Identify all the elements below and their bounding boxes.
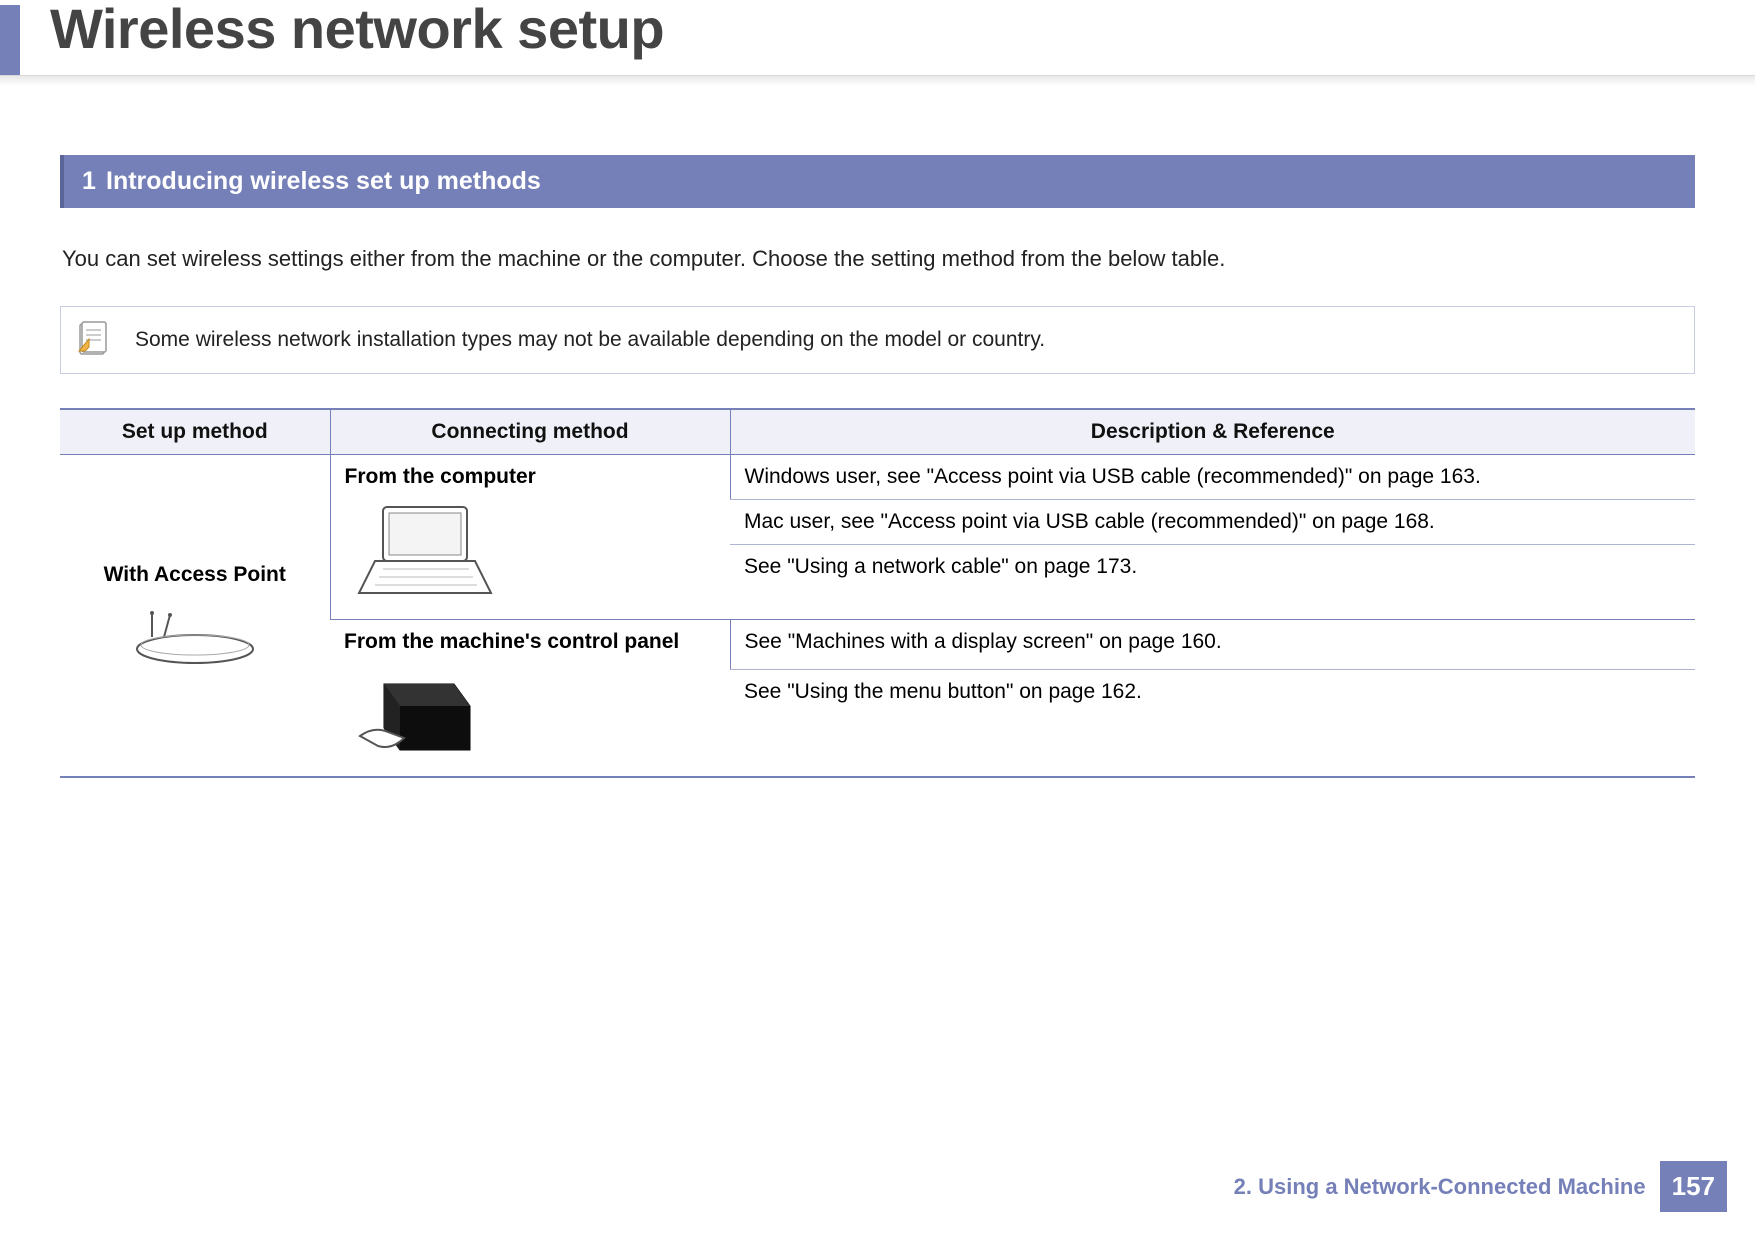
setup-method-label: With Access Point xyxy=(74,563,316,587)
page-footer: 2. Using a Network-Connected Machine 157 xyxy=(1234,1161,1727,1212)
table-header-row: Set up method Connecting method Descript… xyxy=(60,409,1695,455)
cell-desc-display: See "Machines with a display screen" on … xyxy=(730,619,1695,669)
th-description: Description & Reference xyxy=(730,409,1695,455)
page-number-badge: 157 xyxy=(1660,1161,1727,1212)
cell-connecting-computer: From the computer xyxy=(330,454,730,619)
note-text: Some wireless network installation types… xyxy=(135,328,1045,352)
connecting-computer-label: From the computer xyxy=(345,465,716,489)
section-heading-text: Introducing wireless set up methods xyxy=(106,167,541,195)
content-area: 1 Introducing wireless set up methods You… xyxy=(0,85,1755,778)
note-icon xyxy=(75,321,113,359)
cell-desc-mac: Mac user, see "Access point via USB cabl… xyxy=(730,499,1695,544)
title-row: Wireless network setup xyxy=(0,0,1755,75)
table-row: With Access Point From the compute xyxy=(60,454,1695,499)
section-number: 1 xyxy=(82,165,98,198)
access-point-icon xyxy=(74,607,316,667)
title-underline xyxy=(0,75,1755,85)
chapter-label: 2. Using a Network-Connected Machine xyxy=(1234,1174,1646,1200)
note-box: Some wireless network installation types… xyxy=(60,306,1695,374)
th-setup-method: Set up method xyxy=(60,409,330,455)
laptop-icon xyxy=(345,501,716,601)
setup-methods-table: Set up method Connecting method Descript… xyxy=(60,408,1695,778)
cell-setup-method: With Access Point xyxy=(60,454,330,777)
cell-connecting-panel: From the machine's control panel xyxy=(330,619,730,777)
printer-panel-icon xyxy=(344,666,716,766)
cell-desc-menubtn: See "Using the menu button" on page 162. xyxy=(730,669,1695,776)
intro-paragraph: You can set wireless settings either fro… xyxy=(62,246,1695,272)
cell-desc-windows: Windows user, see "Access point via USB … xyxy=(730,454,1695,499)
section-heading-band: 1 Introducing wireless set up methods xyxy=(60,155,1695,208)
connecting-panel-label: From the machine's control panel xyxy=(344,630,716,654)
page-title: Wireless network setup xyxy=(50,0,664,59)
cell-desc-netcable: See "Using a network cable" on page 173. xyxy=(730,544,1695,619)
th-connecting-method: Connecting method xyxy=(330,409,730,455)
title-accent-chip xyxy=(0,5,20,75)
